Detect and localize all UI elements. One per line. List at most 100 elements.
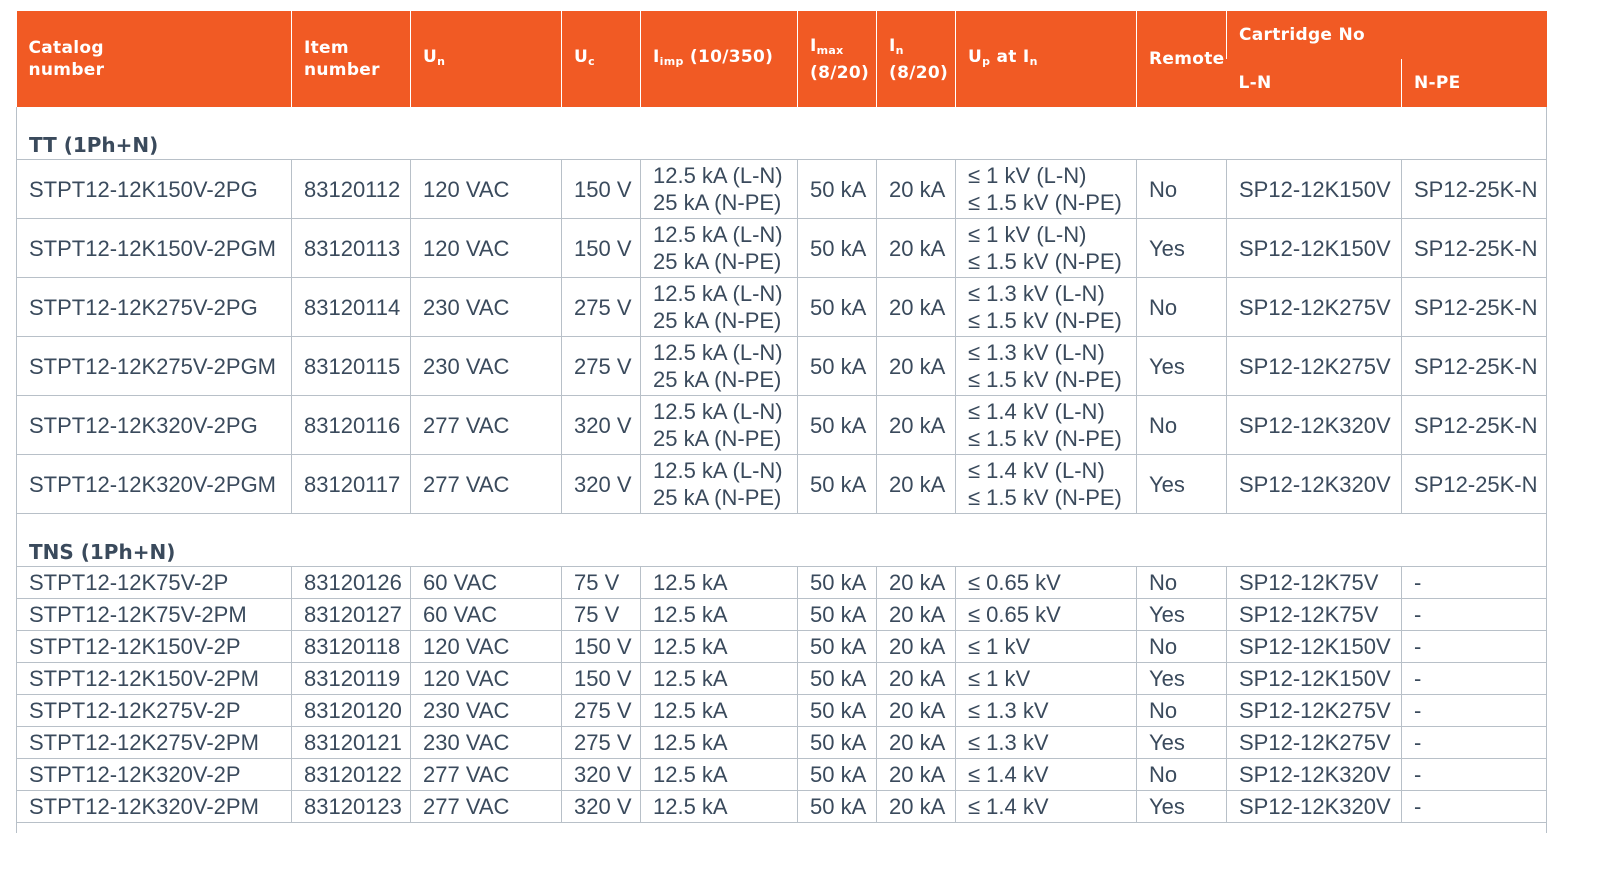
cell-cartridge-npe: SP12-25K-N bbox=[1401, 218, 1547, 278]
cell-remote: No bbox=[1136, 630, 1227, 663]
cell-uc: 150 V bbox=[561, 662, 641, 695]
cell-iimp: 12.5 kA bbox=[640, 566, 798, 599]
cell-un: 120 VAC bbox=[410, 662, 562, 695]
cell-iimp-line: 12.5 kA bbox=[653, 794, 728, 819]
cell-cartridge-npe: SP12-25K-N bbox=[1401, 277, 1547, 337]
cell-item-number: 83120121 bbox=[291, 726, 411, 759]
cell-iimp-line: 12.5 kA bbox=[653, 762, 728, 787]
cell-iimp: 12.5 kA (L-N) 25 kA (N-PE) bbox=[640, 395, 798, 455]
cell-remote: No bbox=[1136, 277, 1227, 337]
cell-iimp-line: 12.5 kA bbox=[653, 570, 728, 595]
cell-cartridge-npe: - bbox=[1401, 790, 1547, 823]
table-row: STPT12-12K150V-2P 83120118 120 VAC 150 V 12.… bbox=[16, 630, 1547, 663]
cell-item-number: 83120127 bbox=[291, 598, 411, 631]
cell-imax: 50 kA bbox=[797, 395, 877, 455]
col-imax: Imax (8/20) bbox=[797, 11, 877, 107]
cell-catalog-number: STPT12-12K150V-2P bbox=[16, 630, 292, 663]
cell-cartridge-npe: SP12-25K-N bbox=[1401, 454, 1547, 514]
cell-cartridge-npe: - bbox=[1401, 630, 1547, 663]
cell-in: 20 kA bbox=[876, 662, 956, 695]
cell-uc: 275 V bbox=[561, 277, 641, 337]
cell-imax: 50 kA bbox=[797, 566, 877, 599]
table-row: STPT12-12K150V-2PGM 83120113 120 VAC 150 V1… bbox=[16, 218, 1547, 278]
cell-remote: Yes bbox=[1136, 662, 1227, 695]
cell-up: ≤ 1 kV (L-N) ≤ 1.5 kV (N-PE) bbox=[955, 159, 1137, 219]
section-header-row: TNS (1Ph+N) bbox=[16, 536, 1547, 567]
cell-imax: 50 kA bbox=[797, 218, 877, 278]
table-row: STPT12-12K275V-2PG 83120114 230 VAC 275 V 12… bbox=[16, 277, 1547, 337]
cell-cartridge-ln: SP12-12K320V bbox=[1226, 758, 1402, 791]
cell-un: 60 VAC bbox=[410, 598, 562, 631]
cell-un: 277 VAC bbox=[410, 395, 562, 455]
cell-cartridge-ln: SP12-12K275V bbox=[1226, 694, 1402, 727]
cell-iimp: 12.5 kA bbox=[640, 726, 798, 759]
col-cartridge-no: Cartridge No bbox=[1226, 11, 1547, 59]
cell-in: 20 kA bbox=[876, 159, 956, 219]
cell-uc: 320 V bbox=[561, 395, 641, 455]
cell-catalog-number: STPT12-12K320V-2P bbox=[16, 758, 292, 791]
cell-iimp: 12.5 kA (L-N) 25 kA (N-PE) bbox=[640, 159, 798, 219]
cell-up-line: ≤ 1.3 kV (L-N) bbox=[968, 340, 1105, 365]
cell-up: ≤ 1.3 kV (L-N) ≤ 1.5 kV (N-PE) bbox=[955, 336, 1137, 396]
cell-uc: 320 V bbox=[561, 758, 641, 791]
cell-remote: Yes bbox=[1136, 790, 1227, 823]
table-bottom-edge bbox=[16, 822, 1547, 833]
cell-catalog-number: STPT12-12K275V-2PM bbox=[16, 726, 292, 759]
cell-cartridge-ln: SP12-12K150V bbox=[1226, 159, 1402, 219]
cell-iimp-line: 12.5 kA bbox=[653, 666, 728, 691]
table-row: STPT12-12K320V-2PG 83120116 277 VAC 320 V 12… bbox=[16, 395, 1547, 455]
cell-imax: 50 kA bbox=[797, 726, 877, 759]
cell-up-line: ≤ 1.5 kV (N-PE) bbox=[968, 249, 1122, 274]
cell-iimp: 12.5 kA bbox=[640, 694, 798, 727]
cell-up: ≤ 1.4 kV bbox=[955, 758, 1137, 791]
cell-item-number: 83120120 bbox=[291, 694, 411, 727]
cell-remote: No bbox=[1136, 694, 1227, 727]
cell-imax: 50 kA bbox=[797, 598, 877, 631]
cell-iimp-line: 12.5 kA (L-N) bbox=[653, 340, 783, 365]
cell-catalog-number: STPT12-12K75V-2PM bbox=[16, 598, 292, 631]
table-header: Catalog number Item number Un Uc Iimp (10/… bbox=[16, 11, 1547, 107]
cell-cartridge-npe: - bbox=[1401, 598, 1547, 631]
cell-item-number: 83120126 bbox=[291, 566, 411, 599]
cell-cartridge-npe: - bbox=[1401, 726, 1547, 759]
cell-up: ≤ 1.4 kV bbox=[955, 790, 1137, 823]
cell-cartridge-ln: SP12-12K75V bbox=[1226, 598, 1402, 631]
cell-up-line: ≤ 1.3 kV (L-N) bbox=[968, 281, 1105, 306]
cell-iimp: 12.5 kA bbox=[640, 598, 798, 631]
table-row: STPT12-12K275V-2PGM 83120115 230 VAC 275 V1… bbox=[16, 336, 1547, 396]
cell-item-number: 83120122 bbox=[291, 758, 411, 791]
cell-imax: 50 kA bbox=[797, 277, 877, 337]
table-row: STPT12-12K150V-2PG 83120112 120 VAC 150 V 12… bbox=[16, 159, 1547, 219]
cell-iimp: 12.5 kA (L-N) 25 kA (N-PE) bbox=[640, 336, 798, 396]
cell-catalog-number: STPT12-12K320V-2PGM bbox=[16, 454, 292, 514]
cell-imax: 50 kA bbox=[797, 694, 877, 727]
cell-iimp-line: 12.5 kA bbox=[653, 602, 728, 627]
cell-cartridge-ln: SP12-12K75V bbox=[1226, 566, 1402, 599]
cell-uc: 150 V bbox=[561, 218, 641, 278]
cell-iimp: 12.5 kA (L-N) 25 kA (N-PE) bbox=[640, 218, 798, 278]
cell-iimp: 12.5 kA bbox=[640, 630, 798, 663]
cell-up-line: ≤ 1 kV bbox=[968, 666, 1031, 691]
cell-up-line: ≤ 1.5 kV (N-PE) bbox=[968, 367, 1122, 392]
cell-uc: 75 V bbox=[561, 566, 641, 599]
cell-uc: 320 V bbox=[561, 790, 641, 823]
cell-uc: 320 V bbox=[561, 454, 641, 514]
cell-iimp-line: 12.5 kA (L-N) bbox=[653, 222, 783, 247]
cell-in: 20 kA bbox=[876, 277, 956, 337]
cell-remote: Yes bbox=[1136, 598, 1227, 631]
cell-in: 20 kA bbox=[876, 694, 956, 727]
cell-up: ≤ 1 kV bbox=[955, 630, 1137, 663]
cell-item-number: 83120119 bbox=[291, 662, 411, 695]
cell-cartridge-ln: SP12-12K150V bbox=[1226, 218, 1402, 278]
cell-catalog-number: STPT12-12K75V-2P bbox=[16, 566, 292, 599]
table-bottom-cell bbox=[16, 822, 1547, 833]
cell-imax: 50 kA bbox=[797, 454, 877, 514]
cell-remote: No bbox=[1136, 758, 1227, 791]
cell-remote: Yes bbox=[1136, 218, 1227, 278]
table-row: STPT12-12K275V-2PM 83120121 230 VAC 275 V 12… bbox=[16, 726, 1547, 759]
cell-iimp-line: 25 kA (N-PE) bbox=[653, 249, 782, 274]
cell-iimp-line: 12.5 kA bbox=[653, 634, 728, 659]
cell-iimp-line: 12.5 kA (L-N) bbox=[653, 458, 783, 483]
cell-imax: 50 kA bbox=[797, 758, 877, 791]
cell-iimp: 12.5 kA (L-N) 25 kA (N-PE) bbox=[640, 277, 798, 337]
